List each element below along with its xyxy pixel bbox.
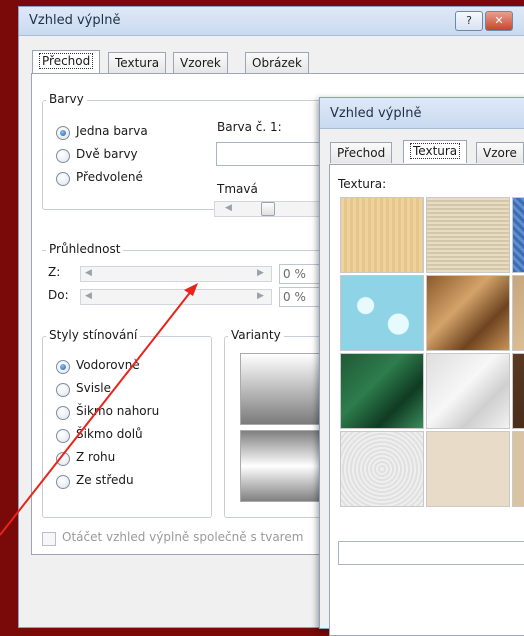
annotation-arrow-head	[184, 283, 198, 296]
annotation-arrow	[0, 283, 198, 536]
annotation-arrow-line	[0, 289, 193, 536]
